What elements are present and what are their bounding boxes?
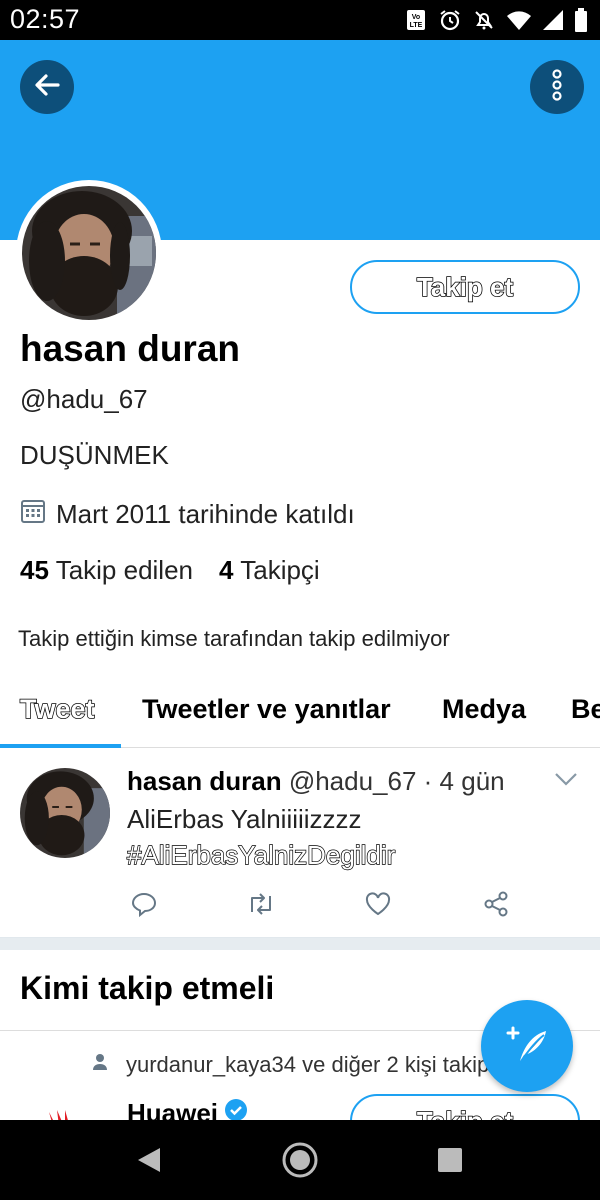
tweet-header: hasan duran @hadu_67 · 4 gün (127, 766, 505, 797)
profile-bio: DUŞÜNMEK (20, 440, 169, 470)
following-count: 45 (20, 555, 49, 585)
tweet-avatar[interactable] (20, 768, 110, 858)
svg-text:LTE: LTE (410, 22, 423, 29)
who-to-follow-title: Kimi takip etmeli (20, 970, 275, 1006)
reply-icon[interactable] (130, 890, 158, 923)
more-vertical-icon (550, 68, 564, 106)
follow-counts: 45 Takip edilen 4 Takipçi (20, 555, 320, 586)
tab-media[interactable]: Medya (442, 694, 526, 725)
followers-label: Takipçi (240, 555, 320, 585)
chevron-down-icon[interactable] (553, 770, 579, 793)
signal-icon (542, 9, 564, 36)
mute-icon (472, 8, 496, 37)
nav-back-icon[interactable] (136, 1146, 162, 1179)
compose-tweet-button[interactable] (481, 1000, 573, 1092)
compose-feather-icon (504, 1021, 550, 1072)
profile-handle: @hadu_67 (20, 384, 148, 414)
calendar-icon (20, 498, 46, 531)
volte-icon: Vo LTE (404, 8, 428, 37)
tab-likes[interactable]: Be (571, 694, 600, 725)
svg-text:Vo: Vo (412, 14, 420, 21)
profile-name: hasan duran (20, 328, 240, 369)
tab-tweets-and-replies[interactable]: Tweetler ve yanıtlar (142, 694, 391, 725)
avatar-image (22, 186, 156, 320)
following-link[interactable]: 45 Takip edilen (20, 555, 193, 586)
wifi-icon (506, 9, 532, 36)
tweet-hashtag[interactable]: #AliErbasYalnizDegildir (126, 839, 396, 871)
nav-home-icon[interactable] (282, 1142, 318, 1183)
active-tab-indicator (0, 744, 121, 748)
status-icons: Vo LTE (404, 8, 588, 37)
person-icon (90, 1052, 110, 1078)
profile-joined: Mart 2011 tarihinde katıldı (20, 498, 355, 531)
section-separator (0, 938, 600, 950)
tab-tweets[interactable]: Tweet (19, 693, 95, 725)
back-button[interactable] (20, 60, 74, 114)
profile-avatar[interactable] (16, 180, 162, 326)
like-icon[interactable] (364, 890, 392, 923)
followers-count: 4 (219, 555, 234, 585)
status-time: 02:57 (10, 4, 81, 34)
follow-button[interactable]: Takip et (350, 260, 580, 314)
tweet-author-name: hasan duran (127, 766, 282, 796)
arrow-left-icon (32, 70, 62, 105)
status-bar: 02:57 Vo LTE (0, 0, 600, 40)
battery-icon (574, 8, 588, 37)
following-label: Takip edilen (55, 555, 193, 585)
followers-link[interactable]: 4 Takipçi (219, 555, 320, 586)
tweet-meta: @hadu_67 · 4 gün (288, 766, 505, 796)
more-options-button[interactable] (530, 60, 584, 114)
tweet-text: AliErbas Yalniiiiizzzz (127, 804, 362, 834)
nav-recents-icon[interactable] (437, 1147, 463, 1178)
alarm-icon (438, 8, 462, 37)
profile-tabs: Tweet Tweetler ve yanıtlar Medya Be (0, 690, 600, 748)
joined-text: Mart 2011 tarihinde katıldı (56, 499, 355, 529)
tweet-item[interactable]: hasan duran @hadu_67 · 4 gün AliErbas Ya… (0, 750, 600, 938)
android-nav-bar (0, 1120, 600, 1200)
share-icon[interactable] (482, 890, 510, 923)
retweet-icon[interactable] (246, 890, 276, 923)
followed-by-notice: Takip ettiğin kimse tarafından takip edi… (18, 626, 450, 651)
